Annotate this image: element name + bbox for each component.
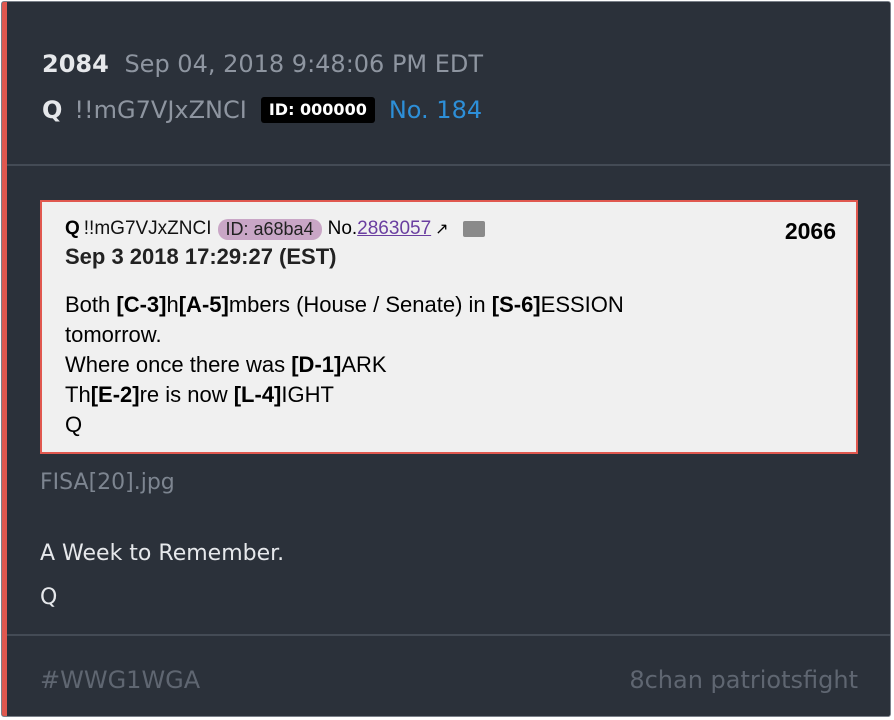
- attachment-filename[interactable]: FISA[20].jpg: [40, 470, 175, 495]
- quoted-text: Both [C-3]h[A-5]mbers (House / Senate) i…: [65, 290, 624, 440]
- quoted-no-label: No.: [327, 218, 358, 239]
- post-header: 2084 Sep 04, 2018 9:48:06 PM EDT Q !!mG7…: [7, 2, 890, 166]
- quoted-post-link: 2863057: [357, 218, 432, 239]
- tripcode: !!mG7VJxZNCI: [74, 96, 247, 124]
- quoted-tripcode: !!mG7VJxZNCI: [83, 218, 212, 239]
- quoted-line-3: Where once there was [D-1]ARK: [65, 352, 387, 377]
- quoted-author: Q: [65, 218, 80, 239]
- post-link[interactable]: No. 184: [389, 96, 482, 124]
- external-link-icon: ↗: [435, 221, 449, 238]
- post-body: Q !!mG7VJxZNCI ID: a68ba4 No. 2863057 ↗ …: [7, 166, 890, 634]
- quoted-line-5: Q: [65, 412, 83, 437]
- hashtag: #WWG1WGA: [40, 666, 201, 694]
- message-line-2: Q: [40, 585, 58, 610]
- quoted-line-4: Th[E-2]re is now [L-4]IGHT: [65, 382, 334, 407]
- post-card: 2084 Sep 04, 2018 9:48:06 PM EDT Q !!mG7…: [1, 1, 891, 717]
- quoted-date: Sep 3 2018 17:29:27 (EST): [65, 244, 337, 269]
- post-date: Sep 04, 2018 9:48:06 PM EDT: [124, 50, 484, 78]
- quoted-line-2: tomorrow.: [65, 322, 162, 347]
- id-badge: ID: 000000: [260, 97, 375, 123]
- quoted-id-badge: ID: a68ba4: [217, 218, 322, 240]
- post-footer: #WWG1WGA 8chan patriotsfight: [7, 634, 890, 716]
- folder-icon: [462, 221, 485, 237]
- post-meta-line: 2084 Sep 04, 2018 9:48:06 PM EDT: [42, 50, 483, 78]
- author-name: Q: [42, 96, 63, 124]
- message-line-1: A Week to Remember.: [40, 541, 285, 566]
- quoted-line-1: Both [C-3]h[A-5]mbers (House / Senate) i…: [65, 292, 624, 317]
- quoted-post-number: 2066: [784, 218, 836, 244]
- author-line: Q !!mG7VJxZNCI ID: 000000 No. 184: [42, 94, 482, 126]
- attached-image[interactable]: Q !!mG7VJxZNCI ID: a68ba4 No. 2863057 ↗ …: [40, 200, 858, 454]
- quoted-header: Q !!mG7VJxZNCI ID: a68ba4 No. 2863057 ↗: [65, 218, 485, 240]
- post-number: 2084: [42, 50, 109, 78]
- source-label: 8chan patriotsfight: [629, 666, 858, 694]
